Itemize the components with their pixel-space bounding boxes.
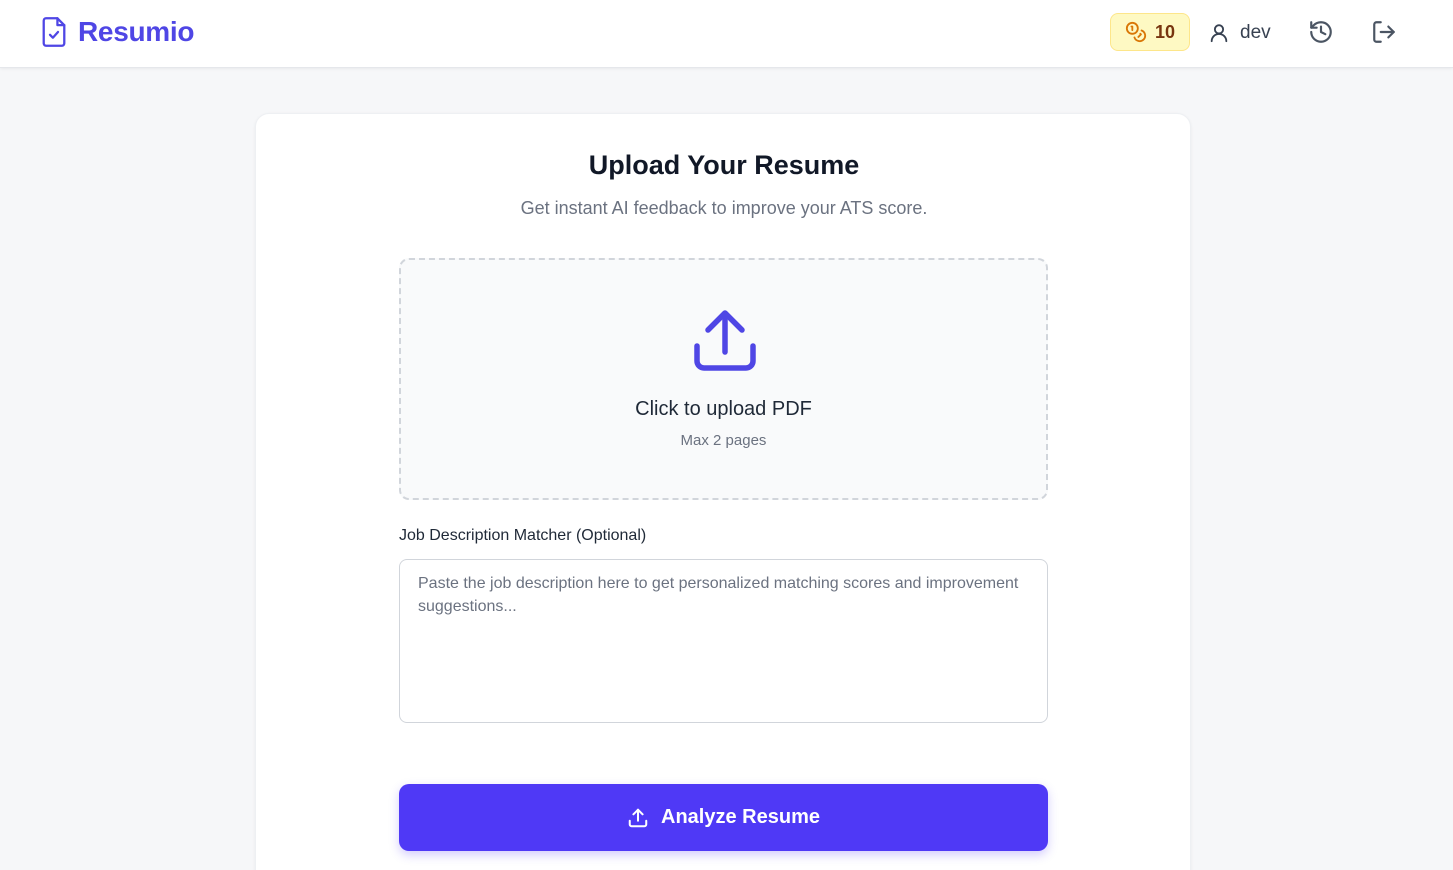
top-navbar: Resumio 10 dev [0,0,1453,68]
coins-icon [1125,21,1147,43]
dropzone-label: Click to upload PDF [635,398,812,420]
job-description-label: Job Description Matcher (Optional) [399,527,647,544]
username: dev [1240,22,1271,43]
logout-button[interactable] [1369,17,1399,47]
analyze-resume-button[interactable]: Analyze Resume [399,784,1048,851]
credits-count: 10 [1154,21,1176,42]
upload-icon [694,310,756,371]
dropzone-hint: Max 2 pages [680,432,767,449]
page-title: Upload Your Resume [588,150,860,180]
history-icon [1310,21,1332,43]
job-description-input[interactable] [399,559,1048,723]
credits-badge: 10 [1110,13,1190,51]
file-check-icon [42,17,66,47]
history-button[interactable] [1306,17,1336,47]
analyze-button-label: Analyze Resume [661,806,820,828]
user-icon [1210,24,1228,43]
brand-name: Resumio [78,16,195,47]
upload-card: Upload Your Resume Get instant AI feedba… [255,113,1191,870]
pdf-dropzone[interactable]: Click to upload PDF Max 2 pages [399,258,1048,500]
user-menu[interactable]: dev [1208,19,1271,47]
page-subtitle: Get instant AI feedback to improve your … [520,198,928,218]
logout-icon [1373,21,1395,43]
brand-logo-link[interactable]: Resumio [40,15,194,49]
upload-icon [628,808,648,827]
